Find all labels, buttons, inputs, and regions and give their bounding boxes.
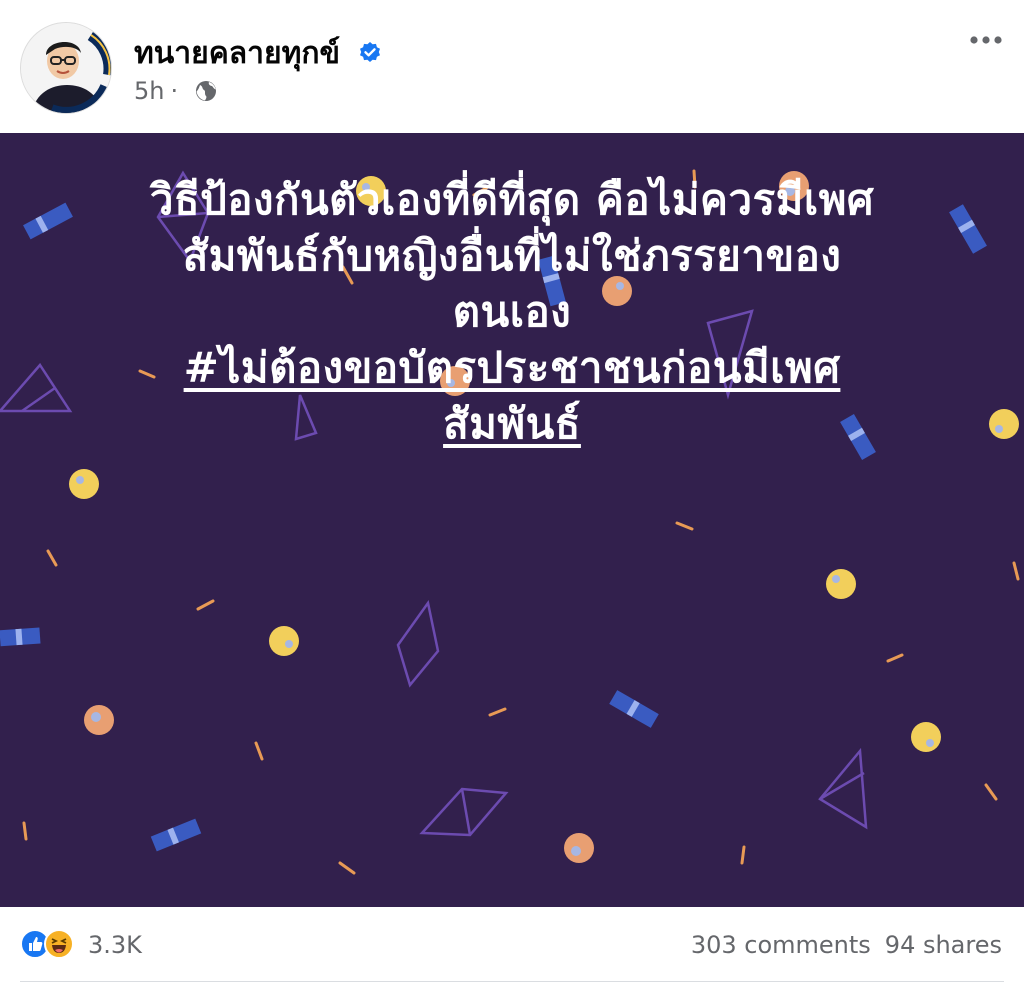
engagement-stats: 303 comments 94 shares: [677, 929, 1002, 961]
haha-icon: [44, 929, 74, 959]
hashtag-link[interactable]: #ไม่ต้องขอบัตรประชาชนก่อนมีเพศ: [184, 343, 841, 392]
comments-count[interactable]: 303 comments: [691, 931, 871, 959]
globe-icon[interactable]: [194, 79, 218, 103]
post-text-line: สัมพันธ์กับหญิงอื่นที่ไม่ใช่ภรรยาของ: [182, 231, 842, 280]
avatar-illustration: [21, 23, 111, 113]
footer-divider: [20, 981, 1004, 982]
reaction-count[interactable]: 3.3K: [88, 929, 142, 961]
post-header: ทนายคลายทุกข์ 5h ·: [0, 0, 1024, 133]
post-text-line: วิธีป้องกันตัวเองที่ดีที่สุด คือไม่ควรมี…: [149, 175, 875, 224]
post-time[interactable]: 5h: [134, 77, 164, 105]
hashtag-link-continuation[interactable]: สัมพันธ์: [443, 399, 581, 448]
post-footer: 3.3K 303 comments 94 shares: [0, 907, 1024, 983]
meta-separator: ·: [170, 77, 179, 105]
post-message: วิธีป้องกันตัวเองที่ดีที่สุด คือไม่ควรมี…: [40, 172, 984, 452]
more-options-icon[interactable]: [966, 30, 1006, 50]
post-meta: 5h ·: [134, 76, 184, 106]
page-avatar[interactable]: [20, 22, 112, 114]
post-text-line: ตนเอง: [452, 287, 572, 336]
page-name[interactable]: ทนายคลายทุกข์: [134, 36, 340, 72]
shares-count[interactable]: 94 shares: [885, 931, 1002, 959]
verified-badge-icon: [360, 42, 380, 62]
